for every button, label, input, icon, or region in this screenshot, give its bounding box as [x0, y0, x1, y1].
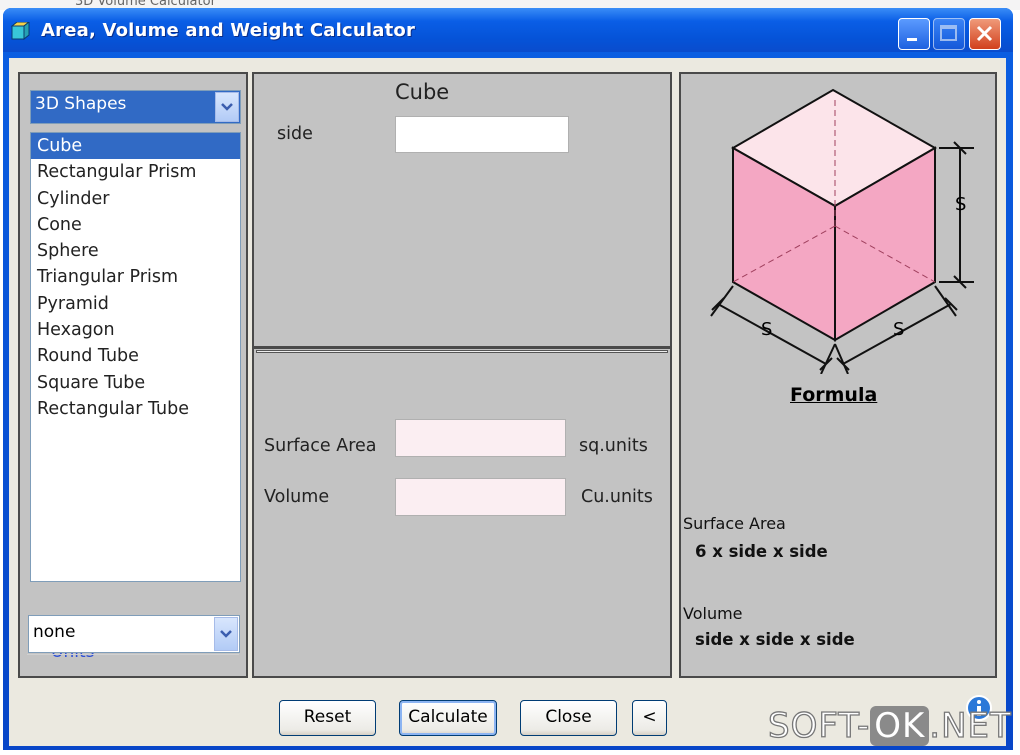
input-panel: Cube side	[252, 72, 672, 348]
panel-splitter[interactable]	[256, 350, 668, 353]
units-dropdown-button[interactable]	[214, 617, 238, 651]
watermark: SOFT- OK .NET	[767, 705, 1012, 746]
dimension-height-line	[939, 147, 974, 283]
shape-list-item[interactable]: Cylinder	[31, 186, 240, 212]
shape-list[interactable]: Cube Rectangular Prism Cylinder Cone Sphere T…	[30, 132, 241, 582]
formula-heading: Formula	[790, 384, 878, 406]
app-cube-icon	[11, 22, 30, 40]
formula-surface-area-label: Surface Area	[683, 514, 786, 533]
calculator-window: Area, Volume and Weight Calculator 3D Sh…	[3, 8, 1013, 750]
volume-label: Volume	[264, 487, 330, 507]
formula-panel: S S S	[679, 72, 997, 678]
shape-list-item[interactable]: Triangular Prism	[31, 264, 240, 290]
calculate-button[interactable]: Calculate	[399, 700, 497, 736]
formula-volume: side x side x side	[695, 630, 855, 649]
shape-list-item[interactable]: Square Tube	[31, 370, 240, 396]
shape-category-dropdown-button[interactable]	[215, 92, 239, 122]
maximize-button[interactable]	[933, 18, 965, 50]
surface-area-output	[395, 419, 566, 457]
maximize-icon	[940, 25, 957, 41]
close-button[interactable]: Close	[520, 700, 617, 736]
formula-surface-area: 6 x side x side	[695, 542, 828, 561]
cube-diagram	[710, 88, 974, 374]
surface-area-unit: sq.units	[579, 436, 648, 456]
units-value: none	[33, 622, 76, 642]
shape-list-item[interactable]: Pyramid	[31, 291, 240, 317]
volume-output	[395, 478, 566, 516]
window-title: Area, Volume and Weight Calculator	[41, 20, 416, 41]
side-input[interactable]	[395, 116, 569, 153]
height-label: S	[955, 194, 967, 215]
units-select[interactable]: none	[28, 615, 240, 653]
watermark-ok: OK	[870, 706, 930, 746]
surface-area-label: Surface Area	[264, 436, 377, 456]
results-panel: Surface Area sq.units Volume Cu.units	[252, 347, 672, 678]
shape-list-item[interactable]: Cube	[31, 133, 240, 160]
shape-category-select[interactable]: 3D Shapes	[30, 90, 241, 124]
volume-unit: Cu.units	[581, 487, 653, 507]
chevron-down-icon	[221, 103, 233, 111]
reset-button[interactable]: Reset	[279, 700, 376, 736]
shape-list-item[interactable]: Round Tube	[31, 343, 240, 369]
shape-list-item[interactable]: Cone	[31, 212, 240, 238]
minimize-icon	[907, 38, 917, 41]
shape-list-item[interactable]: Hexagon	[31, 317, 240, 343]
units-group-border	[27, 654, 239, 655]
shape-selector-panel: 3D Shapes Cube Rectangular Prism Cylinder C…	[18, 72, 248, 678]
width-label: S	[893, 319, 905, 340]
shape-category-value: 3D Shapes	[35, 94, 127, 114]
title-bar[interactable]: Area, Volume and Weight Calculator	[3, 8, 1013, 52]
side-label: side	[277, 124, 313, 144]
back-button[interactable]: <	[632, 700, 667, 736]
chevron-down-icon	[220, 630, 232, 638]
depth-label: S	[761, 319, 773, 340]
close-icon	[976, 25, 993, 42]
shape-list-item[interactable]: Sphere	[31, 238, 240, 264]
shape-list-item[interactable]: Rectangular Tube	[31, 396, 240, 422]
close-window-button[interactable]	[969, 18, 1001, 50]
formula-volume-label: Volume	[683, 604, 743, 623]
shape-title: Cube	[395, 80, 450, 104]
client-area: 3D Shapes Cube Rectangular Prism Cylinder C…	[9, 58, 1006, 746]
shape-list-item[interactable]: Rectangular Prism	[31, 159, 240, 185]
minimize-button[interactable]	[898, 18, 930, 50]
